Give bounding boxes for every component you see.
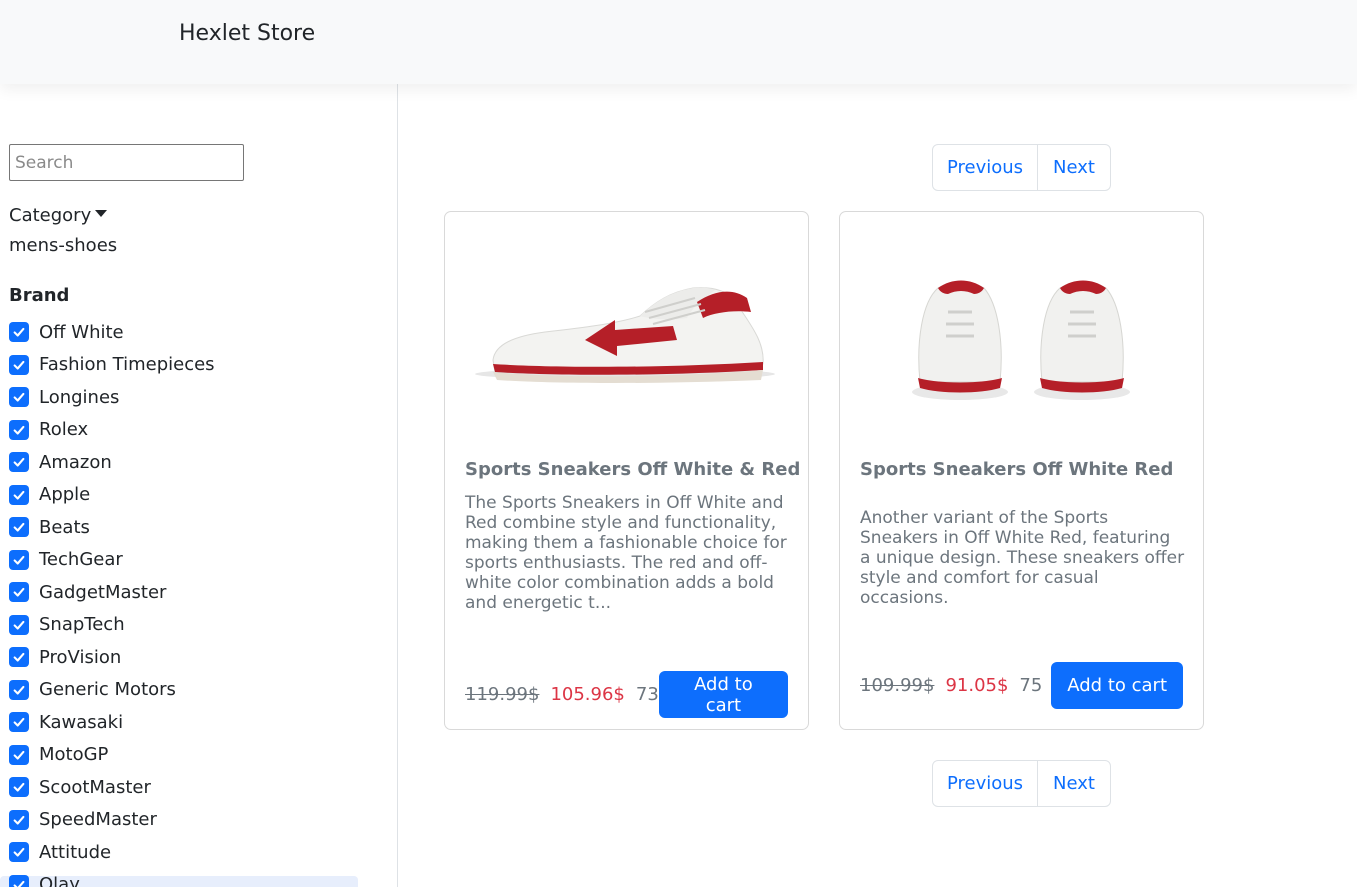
product-footer: 119.99$ 105.96$ 73 Add to cart	[465, 671, 788, 718]
brand-filter-item[interactable]: Generic Motors	[9, 674, 215, 707]
brand-filter-label: Longines	[39, 386, 120, 408]
brand-filter-item[interactable]: MotoGP	[9, 739, 215, 772]
category-dropdown-label: Category	[9, 205, 92, 226]
checkbox-checked-icon[interactable]	[9, 777, 29, 798]
brand-filter-item[interactable]: ProVision	[9, 641, 215, 674]
brand-filter-item[interactable]: Olay	[9, 869, 215, 887]
checkbox-checked-icon[interactable]	[9, 744, 29, 765]
product-footer: 109.99$ 91.05$ 75 Add to cart	[860, 662, 1183, 709]
search-input[interactable]	[9, 144, 244, 181]
brand-filter-label: Apple	[39, 484, 91, 506]
stock-count: 75	[1019, 675, 1043, 696]
product-title[interactable]: Sports Sneakers Off White & Red	[465, 459, 800, 480]
checkbox-checked-icon[interactable]	[9, 484, 29, 505]
brand-filter-item[interactable]: Off White	[9, 316, 215, 349]
caret-down-icon	[95, 210, 108, 217]
checkbox-checked-icon[interactable]	[9, 582, 29, 603]
brand-filter-label: Amazon	[39, 451, 112, 473]
product-card: Sports Sneakers Off White & Red The Spor…	[444, 211, 809, 730]
brand-filter-item[interactable]: Fashion Timepieces	[9, 349, 215, 382]
checkbox-checked-icon[interactable]	[9, 452, 29, 473]
brand-filter-item[interactable]: TechGear	[9, 544, 215, 577]
category-dropdown[interactable]: Category	[9, 205, 108, 226]
brand-filter-label: TechGear	[39, 549, 123, 571]
brand-filter-label: MotoGP	[39, 744, 109, 766]
brand-filter-label: Off White	[39, 321, 124, 343]
top-navbar: Hexlet Store	[0, 0, 1357, 84]
brand-filter-item[interactable]: Rolex	[9, 414, 215, 447]
checkbox-checked-icon[interactable]	[9, 354, 29, 375]
pagination-top: Previous Next	[932, 144, 1111, 191]
brand-filter-label: Olay	[39, 874, 80, 887]
brand-filter-item[interactable]: Kawasaki	[9, 706, 215, 739]
checkbox-checked-icon[interactable]	[9, 387, 29, 408]
add-to-cart-button[interactable]: Add to cart	[658, 671, 788, 718]
brand-filter-label: Attitude	[39, 841, 112, 863]
product-image-sneaker-pair	[912, 280, 1130, 400]
brand-filter-item[interactable]: Apple	[9, 479, 215, 512]
pagination-bottom: Previous Next	[932, 760, 1111, 807]
original-price: 109.99$	[860, 675, 935, 696]
brand-filter-item[interactable]: GadgetMaster	[9, 576, 215, 609]
checkbox-checked-icon[interactable]	[9, 712, 29, 733]
product-image-sneaker-side	[475, 287, 775, 383]
checkbox-checked-icon[interactable]	[9, 809, 29, 830]
selected-category: mens-shoes	[9, 235, 118, 256]
brand-filter-label: Kawasaki	[39, 711, 124, 733]
brand-filter-label: Generic Motors	[39, 679, 176, 701]
product-area: Previous Next Sports Sneakers Off White …	[399, 84, 1357, 887]
product-description: Another variant of the Sports Sneakers i…	[860, 508, 1185, 608]
brand-filter-label: Rolex	[39, 419, 89, 441]
product-description: The Sports Sneakers in Off White and Red…	[465, 493, 787, 613]
checkbox-checked-icon[interactable]	[9, 874, 29, 887]
brand-filter-item[interactable]: Amazon	[9, 446, 215, 479]
brand-filter-label: ProVision	[39, 646, 122, 668]
product-card: Sports Sneakers Off White Red Another va…	[839, 211, 1204, 730]
previous-page-button[interactable]: Previous	[933, 761, 1038, 806]
product-title[interactable]: Sports Sneakers Off White Red	[860, 459, 1173, 480]
brand-filter-item[interactable]: SnapTech	[9, 609, 215, 642]
checkbox-checked-icon[interactable]	[9, 322, 29, 343]
brand-filter-heading: Brand	[9, 285, 70, 306]
checkbox-checked-icon[interactable]	[9, 647, 29, 668]
brand-filter-item[interactable]: Longines	[9, 381, 215, 414]
checkbox-checked-icon[interactable]	[9, 842, 29, 863]
brand-filter-label: SnapTech	[39, 614, 125, 636]
filter-sidebar: Category mens-shoes Brand Off White Fashi…	[0, 84, 398, 887]
brand-filter-label: GadgetMaster	[39, 581, 167, 603]
brand-filter-item[interactable]: SpeedMaster	[9, 804, 215, 837]
checkbox-checked-icon[interactable]	[9, 549, 29, 570]
checkbox-checked-icon[interactable]	[9, 614, 29, 635]
next-page-button[interactable]: Next	[1038, 761, 1110, 806]
brand-filter-item[interactable]: Beats	[9, 511, 215, 544]
brand-filter-label: Beats	[39, 516, 90, 538]
discount-price: 91.05$	[945, 675, 1009, 696]
previous-page-button[interactable]: Previous	[933, 145, 1038, 190]
next-page-button[interactable]: Next	[1038, 145, 1110, 190]
add-to-cart-button[interactable]: Add to cart	[1051, 662, 1183, 709]
checkbox-checked-icon[interactable]	[9, 517, 29, 538]
stock-count: 73	[635, 684, 659, 705]
brand-filter-item[interactable]: Attitude	[9, 836, 215, 869]
brand-filter-label: Fashion Timepieces	[39, 354, 215, 376]
checkbox-checked-icon[interactable]	[9, 419, 29, 440]
brand-filter-label: ScootMaster	[39, 776, 151, 798]
brand-filter-list: Off White Fashion Timepieces Longines Rolex…	[9, 316, 215, 887]
brand-filter-label: SpeedMaster	[39, 809, 157, 831]
checkbox-checked-icon[interactable]	[9, 679, 29, 700]
brand-filter-item[interactable]: ScootMaster	[9, 771, 215, 804]
discount-price: 105.96$	[550, 684, 625, 705]
store-brand-link[interactable]: Hexlet Store	[179, 21, 315, 46]
original-price: 119.99$	[465, 684, 540, 705]
